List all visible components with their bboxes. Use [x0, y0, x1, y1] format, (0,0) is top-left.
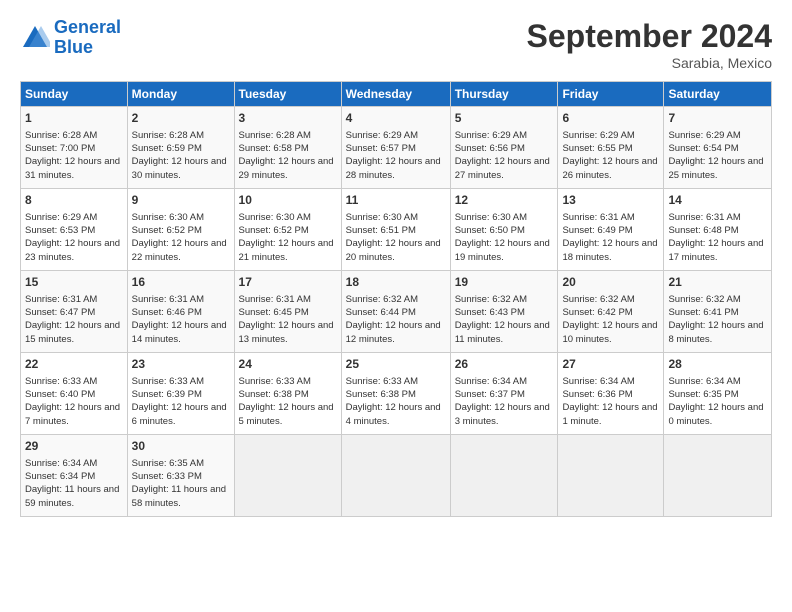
- empty-cell: [341, 435, 450, 517]
- location-subtitle: Sarabia, Mexico: [527, 55, 772, 71]
- table-row: 22 Sunrise: 6:33 AMSunset: 6:40 PMDaylig…: [21, 353, 772, 435]
- day-2: 2 Sunrise: 6:28 AMSunset: 6:59 PMDayligh…: [127, 107, 234, 189]
- day-16: 16 Sunrise: 6:31 AMSunset: 6:46 PMDaylig…: [127, 271, 234, 353]
- page: General Blue September 2024 Sarabia, Mex…: [0, 0, 792, 527]
- day-24: 24 Sunrise: 6:33 AMSunset: 6:38 PMDaylig…: [234, 353, 341, 435]
- day-28: 28 Sunrise: 6:34 AMSunset: 6:35 PMDaylig…: [664, 353, 772, 435]
- table-row: 8 Sunrise: 6:29 AMSunset: 6:53 PMDayligh…: [21, 189, 772, 271]
- empty-cell: [558, 435, 664, 517]
- day-5: 5 Sunrise: 6:29 AMSunset: 6:56 PMDayligh…: [450, 107, 558, 189]
- col-sunday: Sunday: [21, 82, 128, 107]
- day-9: 9 Sunrise: 6:30 AMSunset: 6:52 PMDayligh…: [127, 189, 234, 271]
- col-friday: Friday: [558, 82, 664, 107]
- day-18: 18 Sunrise: 6:32 AMSunset: 6:44 PMDaylig…: [341, 271, 450, 353]
- weekday-header-row: Sunday Monday Tuesday Wednesday Thursday…: [21, 82, 772, 107]
- day-29: 29 Sunrise: 6:34 AMSunset: 6:34 PMDaylig…: [21, 435, 128, 517]
- day-30: 30 Sunrise: 6:35 AMSunset: 6:33 PMDaylig…: [127, 435, 234, 517]
- day-15: 15 Sunrise: 6:31 AMSunset: 6:47 PMDaylig…: [21, 271, 128, 353]
- col-wednesday: Wednesday: [341, 82, 450, 107]
- col-tuesday: Tuesday: [234, 82, 341, 107]
- table-row: 15 Sunrise: 6:31 AMSunset: 6:47 PMDaylig…: [21, 271, 772, 353]
- calendar-table: Sunday Monday Tuesday Wednesday Thursday…: [20, 81, 772, 517]
- logo: General Blue: [20, 18, 121, 58]
- col-monday: Monday: [127, 82, 234, 107]
- day-19: 19 Sunrise: 6:32 AMSunset: 6:43 PMDaylig…: [450, 271, 558, 353]
- day-26: 26 Sunrise: 6:34 AMSunset: 6:37 PMDaylig…: [450, 353, 558, 435]
- day-14: 14 Sunrise: 6:31 AMSunset: 6:48 PMDaylig…: [664, 189, 772, 271]
- col-thursday: Thursday: [450, 82, 558, 107]
- day-21: 21 Sunrise: 6:32 AMSunset: 6:41 PMDaylig…: [664, 271, 772, 353]
- day-11: 11 Sunrise: 6:30 AMSunset: 6:51 PMDaylig…: [341, 189, 450, 271]
- day-10: 10 Sunrise: 6:30 AMSunset: 6:52 PMDaylig…: [234, 189, 341, 271]
- empty-cell: [450, 435, 558, 517]
- day-13: 13 Sunrise: 6:31 AMSunset: 6:49 PMDaylig…: [558, 189, 664, 271]
- logo-icon: [20, 23, 50, 53]
- table-row: 1 Sunrise: 6:28 AMSunset: 7:00 PMDayligh…: [21, 107, 772, 189]
- table-row: 29 Sunrise: 6:34 AMSunset: 6:34 PMDaylig…: [21, 435, 772, 517]
- day-23: 23 Sunrise: 6:33 AMSunset: 6:39 PMDaylig…: [127, 353, 234, 435]
- logo-blue: Blue: [54, 37, 93, 57]
- logo-text: General Blue: [54, 18, 121, 58]
- day-3: 3 Sunrise: 6:28 AMSunset: 6:58 PMDayligh…: [234, 107, 341, 189]
- day-25: 25 Sunrise: 6:33 AMSunset: 6:38 PMDaylig…: [341, 353, 450, 435]
- day-1: 1 Sunrise: 6:28 AMSunset: 7:00 PMDayligh…: [21, 107, 128, 189]
- day-8: 8 Sunrise: 6:29 AMSunset: 6:53 PMDayligh…: [21, 189, 128, 271]
- day-6: 6 Sunrise: 6:29 AMSunset: 6:55 PMDayligh…: [558, 107, 664, 189]
- empty-cell: [234, 435, 341, 517]
- col-saturday: Saturday: [664, 82, 772, 107]
- header: General Blue September 2024 Sarabia, Mex…: [20, 18, 772, 71]
- month-title: September 2024: [527, 18, 772, 55]
- empty-cell: [664, 435, 772, 517]
- day-27: 27 Sunrise: 6:34 AMSunset: 6:36 PMDaylig…: [558, 353, 664, 435]
- day-17: 17 Sunrise: 6:31 AMSunset: 6:45 PMDaylig…: [234, 271, 341, 353]
- day-20: 20 Sunrise: 6:32 AMSunset: 6:42 PMDaylig…: [558, 271, 664, 353]
- day-12: 12 Sunrise: 6:30 AMSunset: 6:50 PMDaylig…: [450, 189, 558, 271]
- day-22: 22 Sunrise: 6:33 AMSunset: 6:40 PMDaylig…: [21, 353, 128, 435]
- day-4: 4 Sunrise: 6:29 AMSunset: 6:57 PMDayligh…: [341, 107, 450, 189]
- logo-general: General: [54, 17, 121, 37]
- day-7: 7 Sunrise: 6:29 AMSunset: 6:54 PMDayligh…: [664, 107, 772, 189]
- title-block: September 2024 Sarabia, Mexico: [527, 18, 772, 71]
